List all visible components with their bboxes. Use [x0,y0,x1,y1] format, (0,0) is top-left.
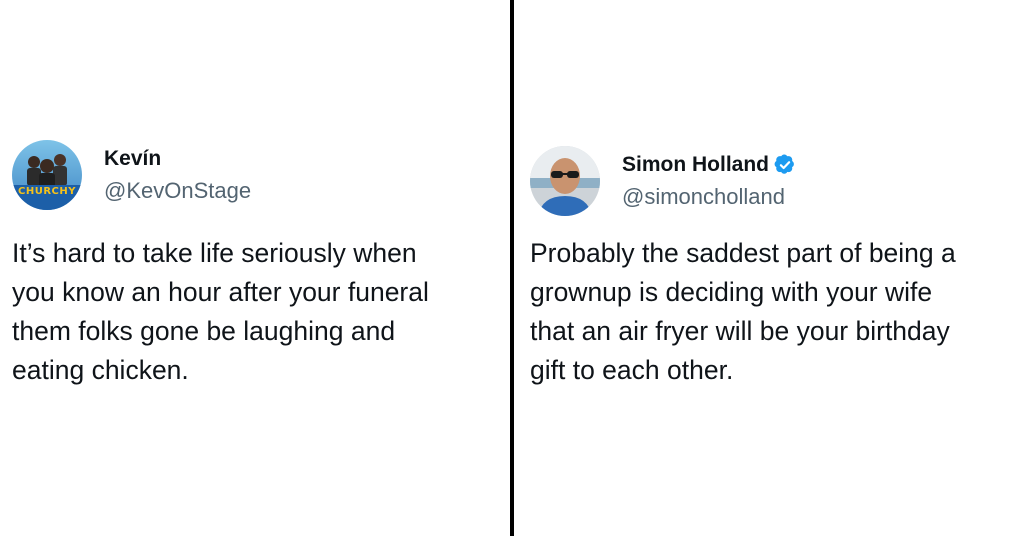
avatar[interactable]: CHURCHY [12,140,82,210]
tweet-header: CHURCHY Kevín @KevOnStage [12,140,251,210]
avatar[interactable] [530,146,600,216]
user-handle[interactable]: @KevOnStage [104,178,251,204]
tweet-text: It’s hard to take life seriously when yo… [12,238,429,385]
display-name-text[interactable]: Simon Holland [622,152,769,178]
display-name-text[interactable]: Kevín [104,146,161,172]
display-name[interactable]: Kevín [104,146,251,172]
user-names: Kevín @KevOnStage [104,146,251,204]
tweet-text: Probably the saddest part of being a gro… [530,238,956,385]
user-names: Simon Holland @simoncholland [622,152,796,210]
tweet-header: Simon Holland @simoncholland [530,146,796,216]
right-tweet-card: Simon Holland @simoncholland Probably th… [514,0,1024,536]
verified-badge-icon [774,154,796,176]
user-handle[interactable]: @simoncholland [622,184,796,210]
avatar-logo-text: CHURCHY [18,186,76,197]
display-name[interactable]: Simon Holland [622,152,796,178]
left-tweet-card: CHURCHY Kevín @KevOnStage It’s hard to t… [0,0,511,536]
